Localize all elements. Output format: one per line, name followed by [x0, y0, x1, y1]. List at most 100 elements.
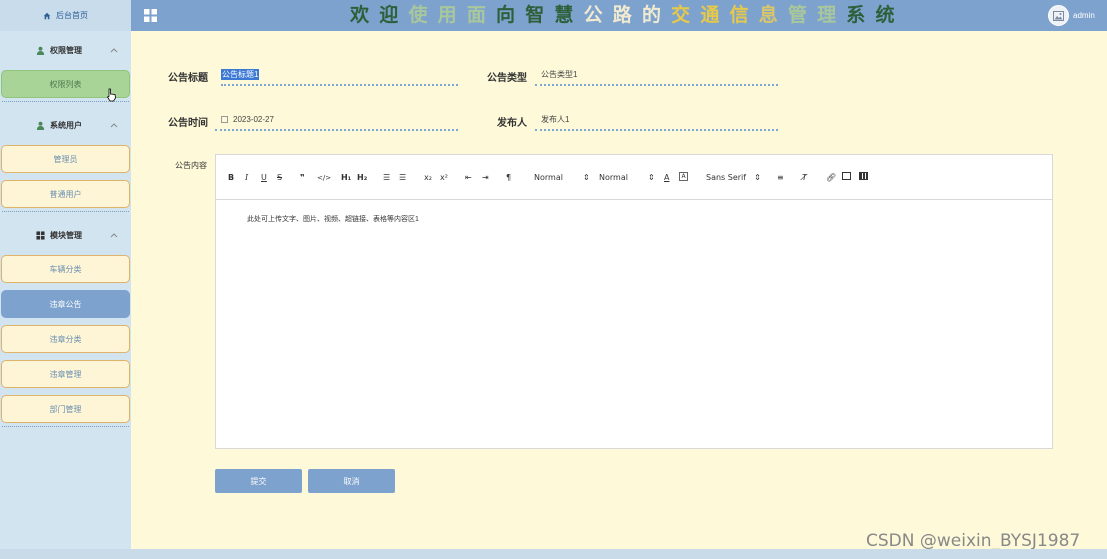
font-select[interactable]: Sans Serif ⇕	[706, 172, 761, 183]
chevron-up-icon	[110, 123, 118, 128]
title-char: 系	[846, 4, 866, 26]
system-title: 欢迎使用面向智慧公路的交通信息管理系统	[345, 4, 900, 26]
grid-icon[interactable]	[144, 9, 157, 22]
title-char: 智	[525, 4, 545, 26]
select-arrows-icon: ⇕	[647, 173, 655, 182]
username[interactable]: admin	[1073, 11, 1095, 20]
sidebar-group-label: 系统用户	[50, 121, 82, 130]
sidebar-item-label: 车辆分类	[49, 264, 82, 274]
indent-increase-icon[interactable]: ⇥	[482, 172, 489, 183]
sidebar-item-normal-user[interactable]: 普通用户	[1, 180, 130, 208]
video-icon[interactable]	[859, 172, 868, 180]
publisher-input[interactable]: 发布人1	[535, 109, 778, 131]
title-input-value: 公告标题1	[221, 68, 260, 80]
sidebar-item-label: 普通用户	[49, 189, 82, 199]
heading-1-icon[interactable]: H₁	[341, 172, 351, 183]
title-char: 统	[875, 4, 895, 26]
editor-paragraph: 此处可上传文字、图片、视频、超链接、表格等内容区1	[247, 216, 419, 223]
calendar-icon	[221, 115, 228, 123]
rich-text-editor[interactable]: B I U S ❞ </> H₁ H₂ ☰ ☰ x₂ x² ⇤ ⇥ ¶ Norm…	[215, 154, 1053, 449]
title-char: 欢	[350, 4, 370, 26]
title-char: 向	[496, 4, 516, 26]
title-char: 管	[787, 4, 807, 26]
title-input[interactable]: 公告标题1	[221, 64, 458, 86]
user-icon	[36, 121, 45, 130]
strike-icon[interactable]: S	[277, 172, 282, 183]
grid-icon	[36, 231, 45, 240]
code-block-icon[interactable]: </>	[317, 172, 331, 183]
underline-icon[interactable]: U	[261, 172, 267, 183]
link-icon[interactable]: 🔗︎	[826, 172, 836, 183]
indent-decrease-icon[interactable]: ⇤	[465, 172, 472, 183]
sidebar-item-department-management[interactable]: 部门管理	[1, 395, 130, 423]
heading-2-icon[interactable]: H₂	[357, 172, 367, 183]
background-color-icon[interactable]: A	[679, 172, 688, 181]
sidebar-home-label: 后台首页	[56, 11, 88, 20]
title-char: 的	[641, 4, 661, 26]
title-char: 息	[758, 4, 778, 26]
cancel-button[interactable]: 取消	[308, 469, 395, 493]
sidebar: 后台首页 权限管理 权限列表 系统用户 管理员 普通用户 模块管理 车辆分类 违…	[0, 0, 131, 549]
size-select-value: Normal	[599, 173, 628, 182]
avatar[interactable]	[1048, 5, 1069, 26]
submit-button-label: 提交	[250, 476, 267, 486]
sidebar-group-modules[interactable]: 模块管理	[0, 216, 131, 255]
size-select[interactable]: Normal ⇕	[599, 172, 655, 183]
type-input[interactable]: 公告类型1	[535, 64, 778, 86]
superscript-icon[interactable]: x²	[440, 172, 448, 183]
sidebar-item-violation-management[interactable]: 违章管理	[1, 360, 130, 388]
top-header: 欢迎使用面向智慧公路的交通信息管理系统 admin	[131, 0, 1107, 31]
divider	[2, 426, 129, 427]
sidebar-group-label: 模块管理	[50, 231, 82, 240]
align-icon[interactable]: ≡	[777, 172, 784, 183]
title-label: 公告标题	[168, 73, 208, 84]
bold-icon[interactable]: B	[228, 172, 234, 183]
title-char: 迎	[379, 4, 399, 26]
select-arrows-icon: ⇕	[582, 173, 590, 182]
title-char: 公	[583, 4, 603, 26]
sidebar-item-label: 违章公告	[49, 299, 82, 309]
title-char: 路	[612, 4, 632, 26]
sidebar-group-system-users[interactable]: 系统用户	[0, 106, 131, 145]
time-date-picker[interactable]: 2023-02-27	[215, 109, 458, 131]
sidebar-item-violation-category[interactable]: 违章分类	[1, 325, 130, 353]
select-arrows-icon: ⇕	[754, 173, 761, 182]
content-label: 公告内容	[175, 161, 207, 170]
font-color-icon[interactable]: A	[664, 172, 669, 183]
sidebar-item-label: 权限列表	[49, 79, 82, 89]
home-icon	[43, 12, 51, 19]
sidebar-group-label: 权限管理	[50, 46, 82, 55]
title-char: 慧	[554, 4, 574, 26]
time-label: 公告时间	[168, 118, 208, 129]
italic-icon[interactable]: I	[245, 172, 248, 183]
bullet-list-icon[interactable]: ☰	[399, 172, 406, 183]
sidebar-item-label: 违章分类	[49, 334, 82, 344]
image-icon[interactable]	[842, 172, 851, 180]
editor-content[interactable]: 此处可上传文字、图片、视频、超链接、表格等内容区1	[216, 200, 1052, 238]
watermark: CSDN @weixin_BYSJ1987	[866, 531, 1081, 551]
sidebar-item-admin[interactable]: 管理员	[1, 145, 130, 173]
sidebar-item-vehicle-category[interactable]: 车辆分类	[1, 255, 130, 283]
cancel-button-label: 取消	[343, 476, 360, 486]
chevron-up-icon	[110, 233, 118, 238]
sidebar-item-violation-notice[interactable]: 违章公告	[1, 290, 130, 318]
type-input-value: 公告类型1	[541, 69, 578, 79]
user-icon	[36, 46, 45, 55]
bottom-bar	[0, 549, 1107, 559]
title-char: 用	[437, 4, 457, 26]
blockquote-icon[interactable]: ❞	[300, 172, 305, 183]
ordered-list-icon[interactable]: ☰	[383, 172, 390, 183]
sidebar-item-label: 管理员	[53, 154, 78, 164]
image-icon	[1053, 10, 1064, 21]
title-char: 信	[729, 4, 749, 26]
publisher-input-value: 发布人1	[541, 114, 570, 124]
submit-button[interactable]: 提交	[215, 469, 302, 493]
divider	[2, 211, 129, 212]
sidebar-home-link[interactable]: 后台首页	[0, 0, 131, 31]
subscript-icon[interactable]: x₂	[424, 172, 432, 183]
text-direction-icon[interactable]: ¶	[506, 172, 511, 183]
title-char: 理	[817, 4, 837, 26]
clear-format-icon[interactable]: T̸	[802, 172, 807, 183]
header-select[interactable]: Normal ⇕	[534, 172, 590, 183]
sidebar-group-permissions[interactable]: 权限管理	[0, 31, 131, 70]
